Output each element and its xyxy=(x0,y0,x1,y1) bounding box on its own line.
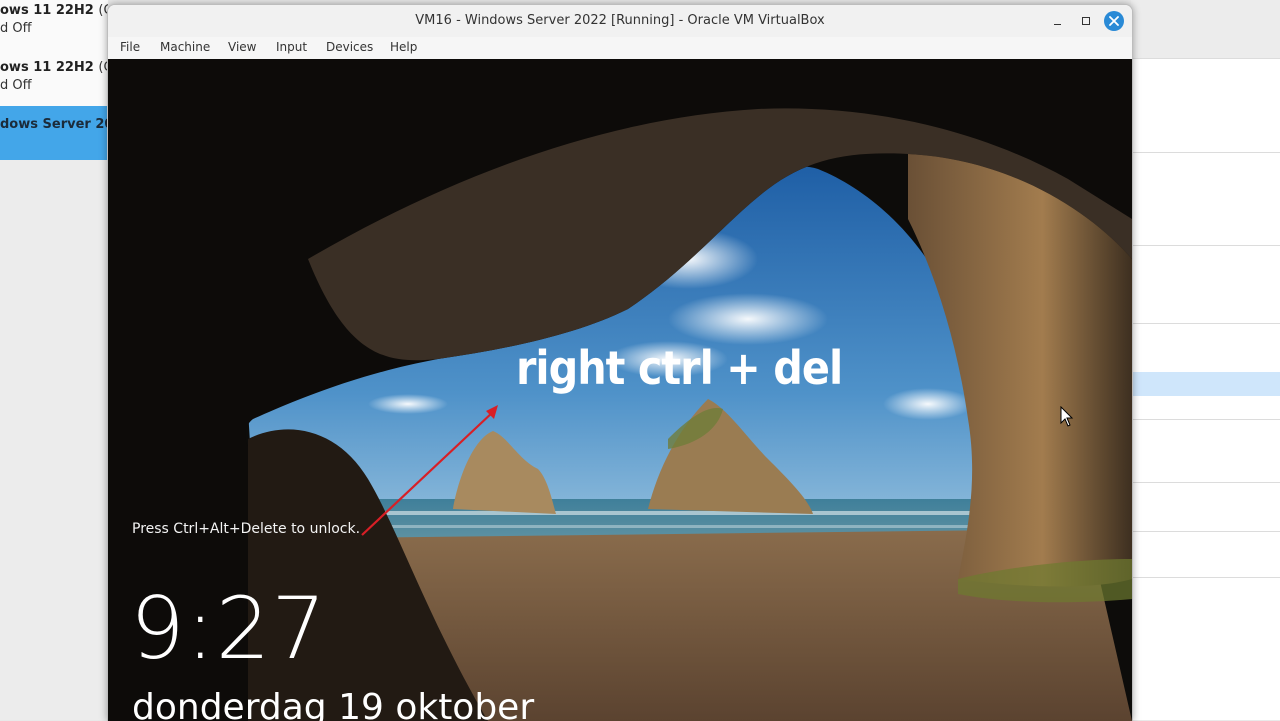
menu-machine[interactable]: Machine xyxy=(160,40,210,54)
close-icon xyxy=(1109,16,1119,26)
guest-display[interactable]: right ctrl + del Press Ctrl+Alt+Delete t… xyxy=(108,59,1132,721)
vm-list-item-name: ows 11 22H2 (Clea xyxy=(0,3,108,18)
menu-input[interactable]: Input xyxy=(276,40,307,54)
unlock-hint: Press Ctrl+Alt+Delete to unlock. xyxy=(132,521,361,537)
divider xyxy=(1131,531,1280,532)
vm-list-item-selected[interactable]: dows Server 2022 xyxy=(0,106,108,160)
details-header xyxy=(1131,0,1280,58)
divider xyxy=(1131,419,1280,420)
vm-state-text: d Off xyxy=(0,78,32,93)
details-selected-row[interactable] xyxy=(1131,372,1280,396)
vm-state-text: d Off xyxy=(0,21,32,36)
divider xyxy=(1131,152,1280,153)
divider xyxy=(1131,577,1280,578)
divider xyxy=(1131,245,1280,246)
lock-clock: 9:27 xyxy=(130,579,328,679)
vm-name-text: dows Server 2022 xyxy=(0,117,108,132)
divider xyxy=(1131,323,1280,324)
minimize-button[interactable] xyxy=(1048,11,1068,31)
mouse-cursor-icon xyxy=(1060,406,1074,427)
maximize-button[interactable] xyxy=(1076,11,1096,31)
vm-name-text: ows 11 22H2 xyxy=(0,60,94,75)
menu-help[interactable]: Help xyxy=(390,40,417,54)
divider xyxy=(1131,58,1280,59)
menu-devices[interactable]: Devices xyxy=(326,40,373,54)
title-bar[interactable]: VM16 - Windows Server 2022 [Running] - O… xyxy=(108,5,1132,37)
menu-bar: File Machine View Input Devices Help xyxy=(108,37,1132,59)
vm-list-panel: ows 11 22H2 (Clea d Off ows 11 22H2 (Cle… xyxy=(0,0,108,720)
menu-view[interactable]: View xyxy=(228,40,256,54)
vm-name-text: ows 11 22H2 xyxy=(0,3,94,18)
vm-list-item-name: dows Server 2022 xyxy=(0,117,108,132)
vm-window: VM16 - Windows Server 2022 [Running] - O… xyxy=(107,4,1133,721)
lock-date: donderdag 19 oktober xyxy=(132,687,535,721)
window-title: VM16 - Windows Server 2022 [Running] - O… xyxy=(415,13,825,28)
menu-file[interactable]: File xyxy=(120,40,140,54)
annotation-label: right ctrl + del xyxy=(516,341,843,395)
vm-list-item-1[interactable]: ows 11 22H2 (Clea d Off xyxy=(0,0,108,58)
divider xyxy=(1131,482,1280,483)
details-panel xyxy=(1131,0,1280,720)
close-button[interactable] xyxy=(1104,11,1124,31)
vm-list-item-name: ows 11 22H2 (Clea xyxy=(0,60,108,75)
